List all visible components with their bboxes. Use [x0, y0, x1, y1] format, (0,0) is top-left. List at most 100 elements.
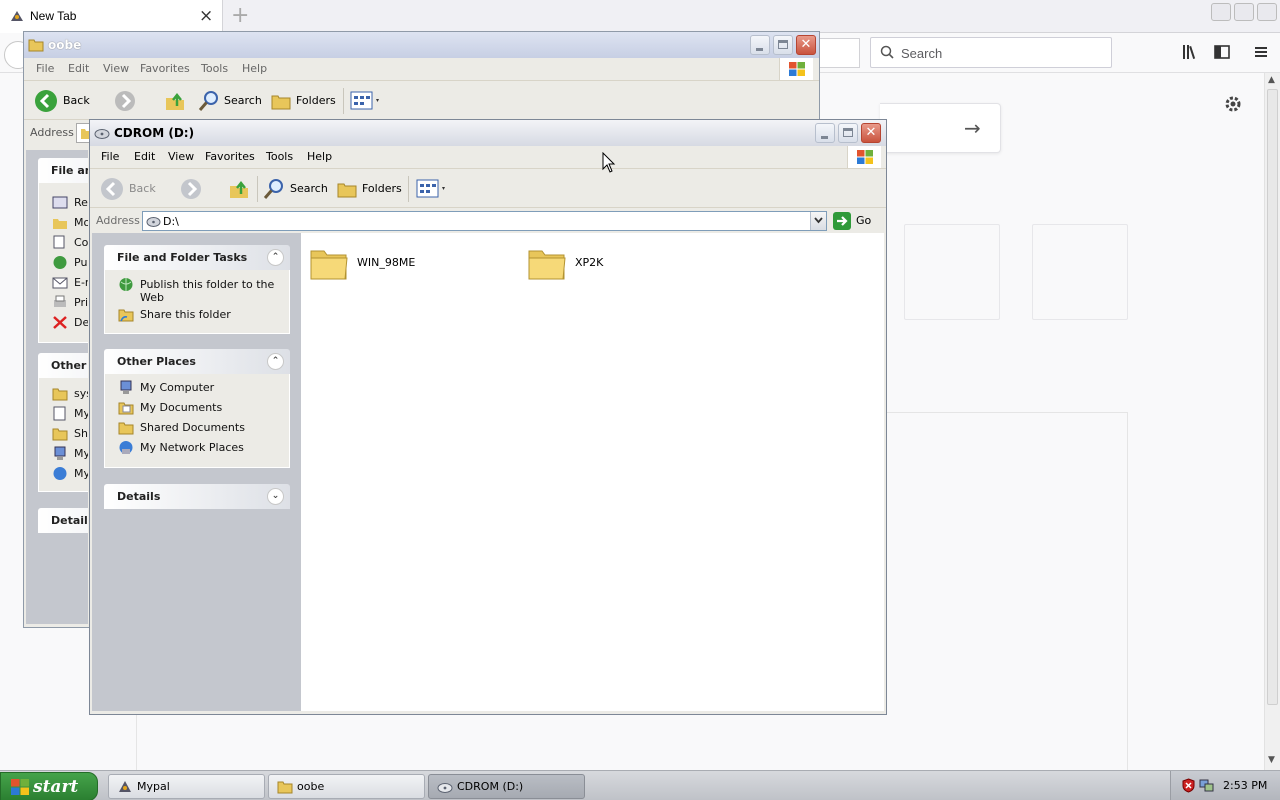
- cd-drive-icon: [437, 783, 453, 793]
- toolbar-separator: [408, 176, 409, 202]
- menu-tools[interactable]: Tools: [266, 150, 293, 163]
- oobe-search-button[interactable]: Search: [197, 88, 263, 114]
- cdrom-search-button[interactable]: Search: [262, 176, 328, 202]
- menu-tools[interactable]: Tools: [201, 62, 228, 75]
- chevron-up-icon[interactable]: ⌃: [267, 353, 284, 370]
- taskbar-item-cdrom[interactable]: CDROM (D:): [428, 774, 585, 799]
- forward-arrow-icon[interactable]: [114, 90, 136, 112]
- address-dropdown-button[interactable]: [810, 212, 826, 230]
- oobe-minimize-button[interactable]: [750, 35, 770, 55]
- folder-name: XP2K: [575, 256, 604, 269]
- sidebar-icon[interactable]: [1212, 42, 1232, 62]
- cdrom-maximize-button[interactable]: [838, 123, 858, 143]
- taskbar-item-mypal[interactable]: Mypal: [108, 774, 265, 799]
- panel-header[interactable]: Details: [38, 508, 88, 533]
- documents-folder-icon: [118, 402, 134, 415]
- library-icon[interactable]: [1180, 42, 1200, 62]
- taskbar-item-oobe[interactable]: oobe: [268, 774, 425, 799]
- windows-flag-icon: [789, 62, 805, 76]
- cdrom-address-field[interactable]: D:\: [142, 211, 827, 231]
- views-icon[interactable]: [416, 179, 448, 199]
- panel-header[interactable]: Other: [38, 353, 88, 378]
- views-icon[interactable]: [350, 91, 382, 111]
- arrow-right-icon[interactable]: →: [964, 116, 981, 140]
- printer-icon: [54, 295, 66, 307]
- panel-header[interactable]: Details ⌄: [104, 484, 290, 509]
- system-clock: 2:53 PM: [1223, 779, 1268, 792]
- top-site-tile[interactable]: [904, 224, 1000, 320]
- address-label: Address: [30, 126, 74, 139]
- scrollbar-thumb[interactable]: [1267, 89, 1278, 705]
- cdrom-back-button[interactable]: Back: [100, 176, 170, 202]
- newtab-search-box[interactable]: →: [880, 103, 1001, 153]
- shared-folder-icon: [52, 428, 68, 441]
- panel-header-title: File an: [51, 164, 88, 177]
- security-shield-icon[interactable]: [1181, 778, 1196, 793]
- network-icon: [53, 467, 67, 480]
- chevron-down-icon: [814, 217, 823, 224]
- magnifier-icon: [198, 91, 218, 111]
- panel-header[interactable]: Other Places ⌃: [104, 349, 290, 374]
- panel-header-title: Details: [51, 514, 88, 527]
- scroll-up-icon[interactable]: ▲: [1268, 75, 1275, 85]
- browser-favicon-icon: [11, 11, 23, 21]
- oobe-titlebar[interactable]: oobe ✕: [24, 32, 819, 58]
- chevron-up-icon[interactable]: ⌃: [267, 249, 284, 266]
- chevron-down-icon[interactable]: ⌄: [267, 488, 284, 505]
- url-bar[interactable]: [818, 38, 860, 68]
- menu-favorites[interactable]: Favorites: [140, 62, 190, 75]
- tab-new-tab[interactable]: New Tab ×: [0, 0, 223, 33]
- up-folder-icon[interactable]: [164, 90, 186, 112]
- browser-search-input[interactable]: [901, 42, 1101, 64]
- panel-body: My Computer My Documents Shared Document…: [104, 374, 290, 468]
- menu-help[interactable]: Help: [242, 62, 267, 75]
- start-button[interactable]: start: [0, 772, 98, 800]
- panel-header-title: Details: [117, 490, 161, 503]
- cdrom-titlebar[interactable]: CDROM (D:) ✕: [90, 120, 886, 146]
- hamburger-menu-icon[interactable]: [1251, 42, 1271, 62]
- oobe-folders-button[interactable]: Folders: [270, 88, 340, 114]
- tab-close-icon[interactable]: ×: [199, 6, 213, 26]
- cdrom-folders-button[interactable]: Folders: [336, 176, 406, 202]
- shared-folder-icon: [118, 422, 134, 435]
- menu-edit[interactable]: Edit: [134, 150, 155, 163]
- menu-favorites[interactable]: Favorites: [205, 150, 255, 163]
- folders-label: Folders: [296, 94, 336, 107]
- cdrom-title: CDROM (D:): [114, 126, 195, 140]
- oobe-maximize-button[interactable]: [773, 35, 793, 55]
- panel-header[interactable]: File an: [38, 158, 88, 183]
- cd-drive-icon: [94, 129, 110, 139]
- cdrom-addressbar: Address D:\ Go: [90, 210, 886, 233]
- scroll-down-icon[interactable]: ▼: [1268, 755, 1275, 765]
- browser-scrollbar[interactable]: ▲ ▼: [1264, 73, 1280, 770]
- cdrom-minimize-button[interactable]: [815, 123, 835, 143]
- menu-view[interactable]: View: [168, 150, 194, 163]
- folders-icon: [271, 95, 291, 110]
- windows-flag-icon: [857, 150, 873, 164]
- menu-edit[interactable]: Edit: [68, 62, 89, 75]
- cdrom-menubar: File Edit View Favorites Tools Help: [90, 146, 886, 169]
- panel-header[interactable]: File and Folder Tasks ⌃: [104, 245, 290, 270]
- menu-help[interactable]: Help: [307, 150, 332, 163]
- browser-search-box[interactable]: [870, 37, 1112, 68]
- oobe-close-button[interactable]: ✕: [796, 35, 816, 55]
- menu-view[interactable]: View: [103, 62, 129, 75]
- go-button[interactable]: Go: [833, 212, 879, 230]
- top-site-tile[interactable]: [1032, 224, 1128, 320]
- gear-icon[interactable]: [1222, 93, 1244, 115]
- folder-item-xp2k[interactable]: XP2K: [527, 243, 727, 287]
- folder-item-win98me[interactable]: WIN_98ME: [309, 243, 509, 287]
- cdrom-close-button[interactable]: ✕: [861, 123, 881, 143]
- cdrom-toolbar: Back Search Folders: [90, 170, 886, 208]
- new-tab-button[interactable]: +: [231, 3, 249, 29]
- tab-title: New Tab: [30, 9, 77, 23]
- browser-restore-button[interactable]: [1234, 3, 1254, 21]
- menu-file[interactable]: File: [101, 150, 119, 163]
- oobe-back-button[interactable]: Back: [34, 88, 104, 114]
- browser-close-button[interactable]: [1257, 3, 1277, 21]
- forward-arrow-icon[interactable]: [180, 178, 202, 200]
- menu-file[interactable]: File: [36, 62, 54, 75]
- browser-minimize-button[interactable]: [1211, 3, 1231, 21]
- up-folder-icon[interactable]: [228, 178, 250, 200]
- network-status-icon[interactable]: [1199, 778, 1214, 793]
